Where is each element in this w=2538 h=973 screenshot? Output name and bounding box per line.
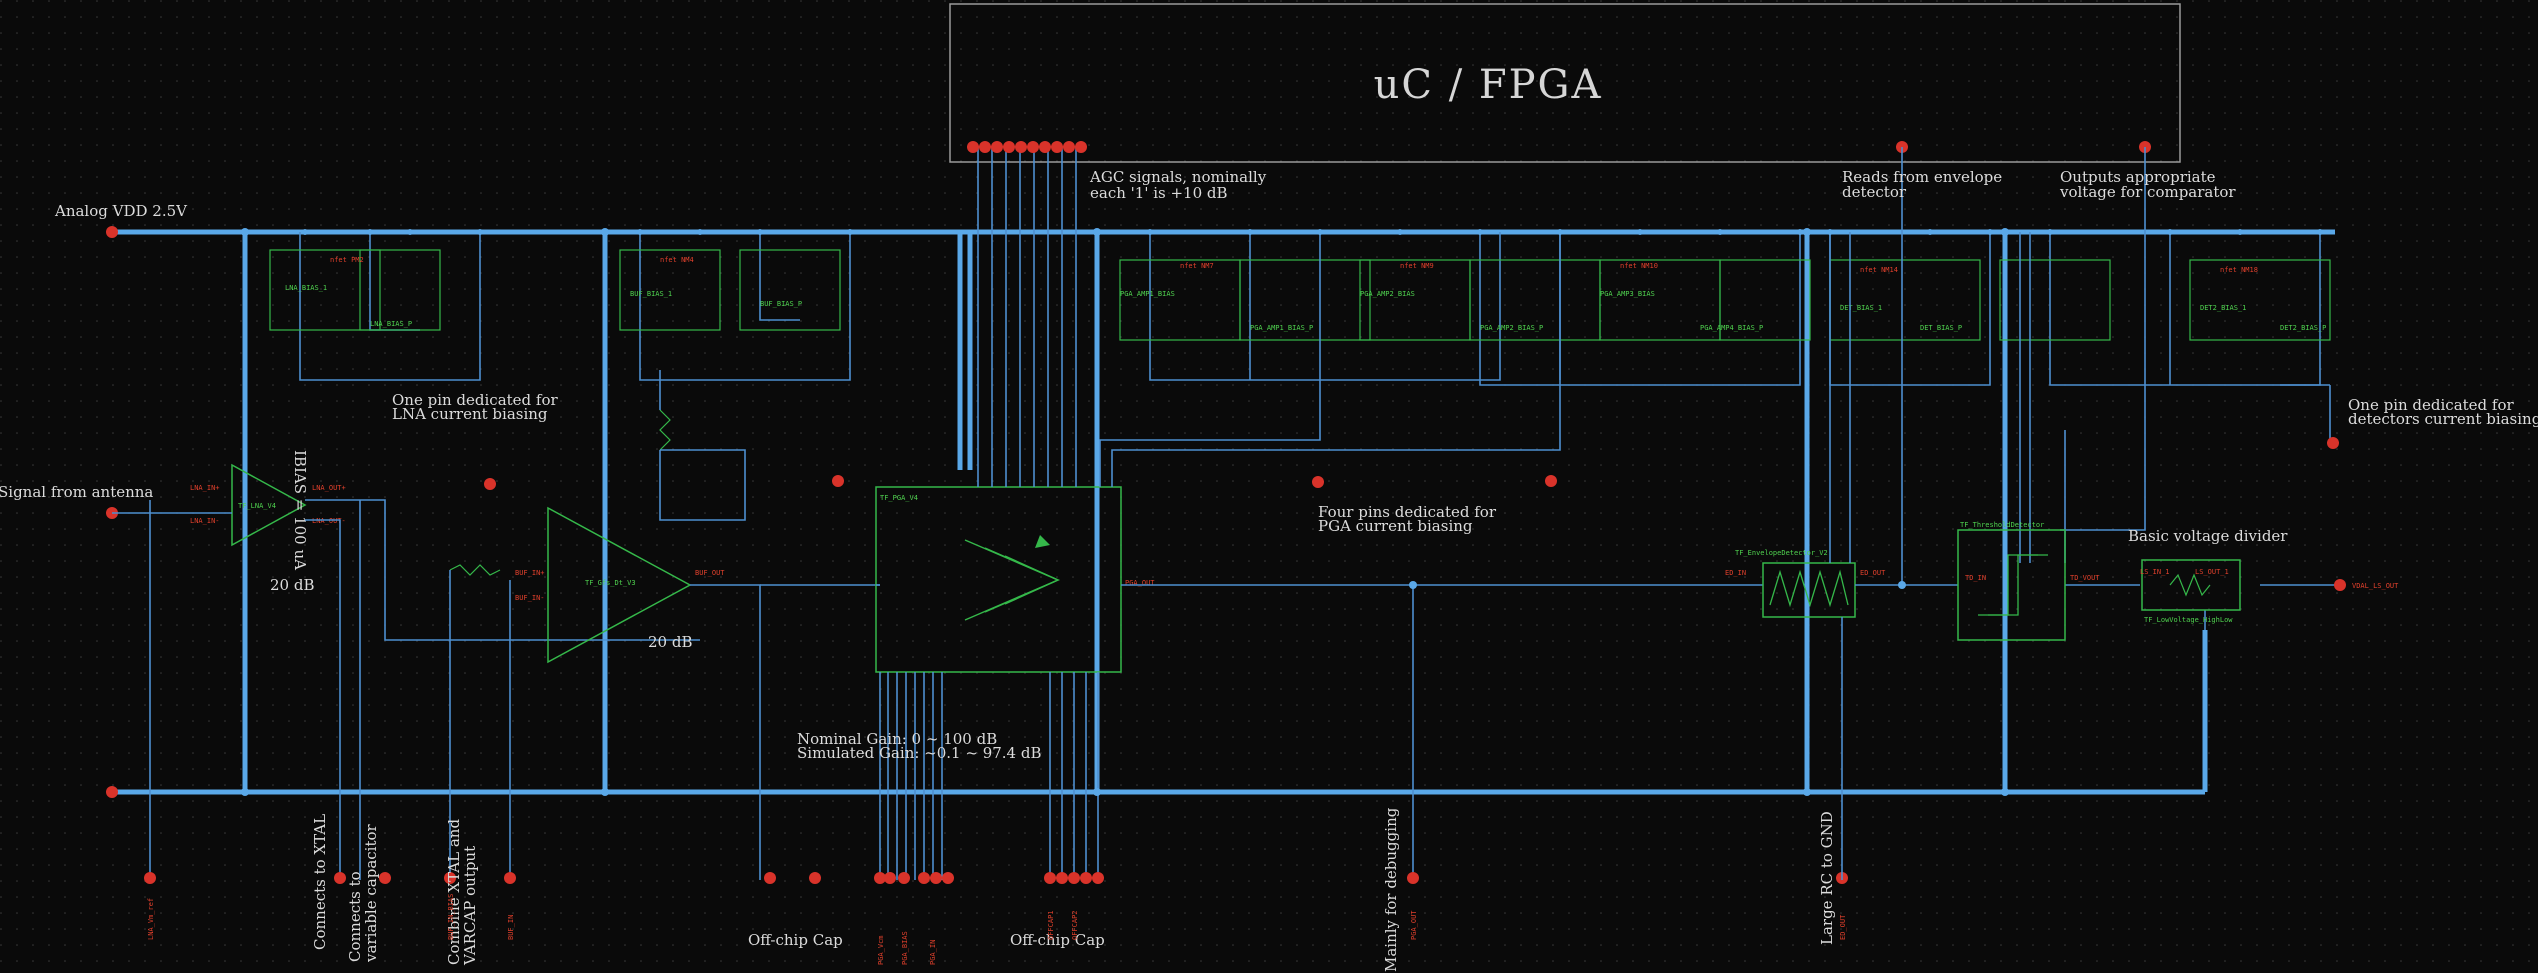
offchip-cap-note-1: Off-chip Cap xyxy=(748,931,843,949)
stage2-gain-label: 20 dB xyxy=(648,633,692,651)
svg-text:VDAL_LS_OUT: VDAL_LS_OUT xyxy=(2352,582,2399,590)
agc-label-2: each '1' is +10 dB xyxy=(1090,184,1228,202)
svg-text:TF_Gfs_Dt_V3: TF_Gfs_Dt_V3 xyxy=(585,579,636,587)
comparator-note-2: voltage for comparator xyxy=(2059,183,2236,201)
svg-text:OFFCAP2: OFFCAP2 xyxy=(1071,910,1079,940)
svg-text:DET2_BIAS_P: DET2_BIAS_P xyxy=(2280,324,2326,332)
svg-text:BUF_OUT: BUF_OUT xyxy=(695,569,725,577)
svg-text:BUF_IN-: BUF_IN- xyxy=(515,594,545,602)
vdd-label: Analog VDD 2.5V xyxy=(54,202,188,220)
svg-text:PGA_AMP2_BIAS_P: PGA_AMP2_BIAS_P xyxy=(1480,324,1543,332)
svg-text:PGA_Vcm: PGA_Vcm xyxy=(877,935,885,965)
svg-text:nfet NM7: nfet NM7 xyxy=(1180,262,1214,270)
envelope-note-2: detector xyxy=(1842,183,1907,201)
svg-text:TF_EnvelopeDetector_V2: TF_EnvelopeDetector_V2 xyxy=(1735,549,1828,557)
svg-text:LNA_OUT+: LNA_OUT+ xyxy=(312,484,346,492)
svg-text:TD_IN: TD_IN xyxy=(1965,574,1986,582)
antenna-label: Signal from antenna xyxy=(0,483,153,501)
divider-output-pin[interactable] xyxy=(2334,579,2346,591)
svg-text:ED_IN: ED_IN xyxy=(1725,569,1746,577)
svg-text:TF_ThresholdDetector: TF_ThresholdDetector xyxy=(1960,521,2044,529)
svg-text:DET_BIAS_P: DET_BIAS_P xyxy=(1920,324,1962,332)
gnd-pin[interactable] xyxy=(106,786,118,798)
svg-text:nfet NM14: nfet NM14 xyxy=(1860,266,1898,274)
svg-text:BUF_IN_BIAS: BUF_IN_BIAS xyxy=(447,894,455,940)
svg-text:TD_VOUT: TD_VOUT xyxy=(2070,574,2100,582)
svg-text:PGA_OUT: PGA_OUT xyxy=(1410,910,1418,940)
vdd-pin[interactable] xyxy=(106,226,118,238)
ibias-label: IBIAS = 100 uA xyxy=(291,450,309,570)
svg-text:LNA_IN+: LNA_IN+ xyxy=(190,484,220,492)
xtal-note: Connects to XTAL xyxy=(311,814,329,950)
lna-pin-note-2: LNA current biasing xyxy=(392,405,548,423)
debug-note: Mainly for debugging xyxy=(1382,807,1400,972)
svg-text:LNA_BIAS_P: LNA_BIAS_P xyxy=(370,320,412,328)
svg-text:LS_OUT_1: LS_OUT_1 xyxy=(2195,568,2229,576)
svg-text:PGA_AMP1_BIAS: PGA_AMP1_BIAS xyxy=(1120,290,1175,298)
svg-text:PGA_AMP3_BIAS: PGA_AMP3_BIAS xyxy=(1600,290,1655,298)
offchip-cap-note-2: Off-chip Cap xyxy=(1010,931,1105,949)
svg-text:PGA_AMP4_BIAS_P: PGA_AMP4_BIAS_P xyxy=(1700,324,1763,332)
lna-gain-label: 20 dB xyxy=(270,576,314,594)
svg-text:BUF_IN: BUF_IN xyxy=(507,915,515,940)
grid-background xyxy=(0,0,2538,973)
svg-text:nfet NM9: nfet NM9 xyxy=(1400,262,1434,270)
svg-text:ED_OUT: ED_OUT xyxy=(1839,914,1847,940)
svg-text:LNA_BIAS_1: LNA_BIAS_1 xyxy=(285,284,327,292)
svg-text:BUF_BIAS_1: BUF_BIAS_1 xyxy=(630,290,672,298)
divider-note: Basic voltage divider xyxy=(2128,527,2288,545)
svg-text:PGA_AMP2_BIAS: PGA_AMP2_BIAS xyxy=(1360,290,1415,298)
svg-text:BUF_IN+: BUF_IN+ xyxy=(515,569,545,577)
svg-text:nfet NM10: nfet NM10 xyxy=(1620,262,1658,270)
svg-text:BUF_BIAS_P: BUF_BIAS_P xyxy=(760,300,802,308)
svg-text:LS_IN_1: LS_IN_1 xyxy=(2140,568,2170,576)
svg-text:LNA_IN-: LNA_IN- xyxy=(190,517,220,525)
large-rc-note: Large RC to GND xyxy=(1818,811,1836,945)
svg-text:TF_LowVoltage_HighLow: TF_LowVoltage_HighLow xyxy=(2144,616,2233,624)
svg-text:PGA_BIAS: PGA_BIAS xyxy=(901,931,909,965)
detector-pin-note-2: detectors current biasing xyxy=(2348,410,2538,428)
gain-simulated: Simulated Gain: ~0.1 ~ 97.4 dB xyxy=(797,744,1042,762)
schematic-canvas: uC / FPGA Analog VDD 2.5V nfet PM2LNA_BI… xyxy=(0,0,2538,973)
svg-text:PGA_AMP1_BIAS_P: PGA_AMP1_BIAS_P xyxy=(1250,324,1313,332)
svg-text:nfet NM4: nfet NM4 xyxy=(660,256,694,264)
svg-text:LNA_Vm_ref: LNA_Vm_ref xyxy=(147,898,155,940)
svg-text:ED_OUT: ED_OUT xyxy=(1860,569,1886,577)
svg-text:TF_PGA_V4: TF_PGA_V4 xyxy=(880,494,918,502)
svg-text:PGA_IN: PGA_IN xyxy=(929,940,937,965)
combine-note-2: VARCAP output xyxy=(461,846,479,966)
svg-text:nfet PM2: nfet PM2 xyxy=(330,256,364,264)
svg-text:DET_BIAS_1: DET_BIAS_1 xyxy=(1840,304,1882,312)
svg-text:TF_LNA_V4: TF_LNA_V4 xyxy=(238,502,276,510)
svg-text:DET2_BIAS_1: DET2_BIAS_1 xyxy=(2200,304,2246,312)
svg-text:nfet NM18: nfet NM18 xyxy=(2220,266,2258,274)
fpga-title: uC / FPGA xyxy=(1374,62,1603,108)
varcap-note-2: variable capacitor xyxy=(362,823,380,963)
svg-text:OFFCAP1: OFFCAP1 xyxy=(1047,910,1055,940)
pga-pin-note-2: PGA current biasing xyxy=(1318,517,1473,535)
